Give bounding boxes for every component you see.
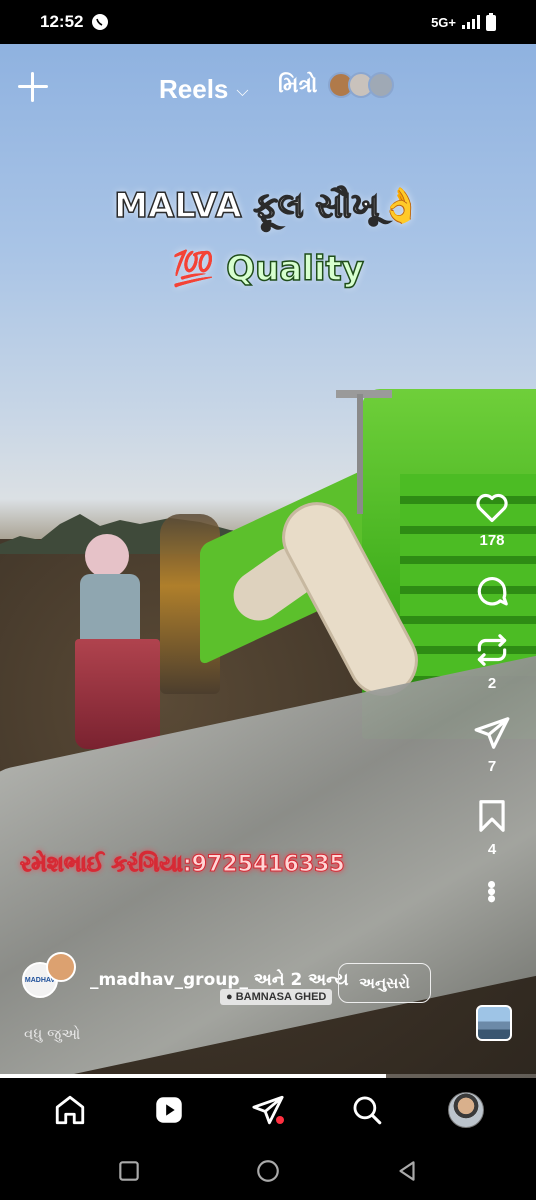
nav-home[interactable] [50,1090,90,1130]
avatar [367,72,394,98]
share-button[interactable]: 7 [473,714,511,775]
reels-tab-selector[interactable]: Reels ⌵ [159,74,249,105]
like-count: 178 [479,532,505,549]
nav-reels[interactable] [149,1090,189,1130]
profile-avatar [448,1092,485,1128]
nav-profile[interactable] [446,1090,486,1130]
notification-dot [275,1116,284,1124]
reels-title: Reels [159,74,229,104]
follow-button[interactable]: અનુસરો [338,963,431,1003]
save-button[interactable]: 4 [473,797,511,858]
chevron-down-icon: ⌵ [236,82,249,100]
more-icon[interactable]: ••• [477,880,507,901]
reel-actions: 178 2 7 4 ••• [468,488,516,901]
friends-tab[interactable]: મિત્રો [278,72,394,98]
search-icon [353,1096,382,1125]
owner-name[interactable]: _madhav_group_ અને 2 અન્ય [90,970,349,990]
repost-count: 2 [487,675,497,692]
save-count: 4 [487,841,497,858]
overlay-title-line2: 💯 Quality [171,248,364,290]
share-count: 7 [487,758,497,775]
friends-avatars [327,72,394,98]
repost-icon [477,634,507,666]
reel-video[interactable]: MALVA ફૂલ સૌખૂ👌 💯 Quality રમેશભાઈ કરંગિય… [0,44,536,1078]
machine-pole [357,394,363,514]
video-progress-fill [0,1074,386,1078]
friends-label: મિત્રો [278,72,318,98]
status-left: 12:52 [40,12,109,32]
send-icon [474,717,510,749]
status-bar: 12:52 5G+ [0,0,536,44]
status-time: 12:52 [40,12,84,31]
like-button[interactable]: 178 [473,488,511,549]
bookmark-icon [479,800,505,832]
video-progress-bar[interactable] [0,1074,536,1078]
comment-icon [477,576,508,606]
video-watermark: ● BAMNASA GHED [220,989,333,1005]
bottom-nav [0,1078,536,1142]
network-label: 5G+ [431,14,456,30]
comment-button[interactable] [473,573,511,611]
home-circle-icon[interactable] [255,1158,281,1184]
reels-top-bar: Reels ⌵ મિત્રો [0,58,536,122]
audio-thumbnail[interactable] [476,1005,512,1041]
home-icon [55,1095,84,1125]
nav-direct[interactable] [248,1090,288,1130]
nav-search[interactable] [347,1090,387,1130]
whatsapp-icon [92,14,109,30]
avatar [46,952,76,982]
recents-icon[interactable] [116,1158,142,1184]
machine-pole-top [336,390,392,398]
battery-icon [486,13,496,31]
reels-icon [156,1097,182,1123]
signal-icon [462,15,480,29]
worker-figure-1 [75,534,165,754]
system-nav-bar [0,1142,536,1200]
heart-icon [476,493,508,523]
repost-button[interactable]: 2 [473,631,511,692]
status-right: 5G+ [431,13,496,31]
overlay-phone-text: રમેશભાઈ કરંગિયા:9725416335 [20,852,346,878]
plus-icon[interactable] [18,72,48,102]
back-icon[interactable] [394,1158,420,1184]
see-more-link[interactable]: વધુ જુઓ [24,1025,80,1043]
overlay-title-line1: MALVA ફૂલ સૌખૂ👌 [113,185,422,227]
